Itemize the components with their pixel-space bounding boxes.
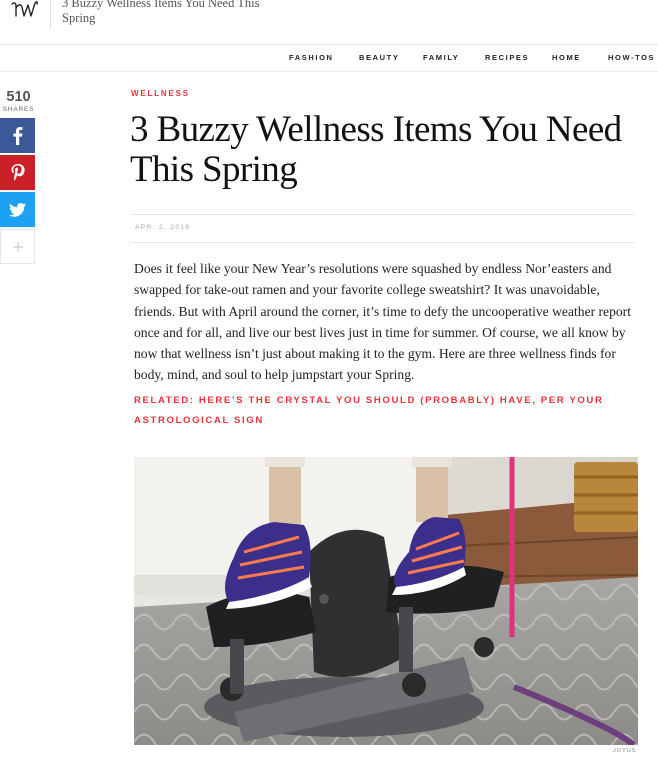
title-divider-top [131,214,635,215]
article-image [134,457,638,745]
article-category[interactable]: WELLNESS [131,89,190,98]
share-count: 510 [6,89,31,105]
plus-icon [12,241,23,252]
twitter-icon [9,202,26,217]
nav-how-tos[interactable]: HOW-TOS [608,53,655,62]
facebook-icon [13,126,22,145]
share-label: SHARES [2,106,35,113]
header-divider [50,0,51,28]
image-credit: JOYUS [613,748,637,754]
pinterest-share-button[interactable] [0,155,35,190]
article-date: APR. 2, 2018 [135,224,191,231]
share-sidebar: 510 SHARES [1,90,36,114]
header-article-title: 3 Buzzy Wellness Items You Need This Spr… [62,0,260,25]
more-share-button[interactable] [0,229,35,264]
twitter-share-button[interactable] [0,192,35,227]
nav-fashion[interactable]: FASHION [289,53,334,62]
site-header: 3 Buzzy Wellness Items You Need This Spr… [0,0,658,45]
pinterest-icon [11,163,25,181]
related-prefix: RELATED: [134,395,195,406]
nav-family[interactable]: FAMILY [423,53,459,62]
related-link[interactable]: RELATED: HERE’S THE CRYSTAL YOU SHOULD (… [134,391,634,431]
site-logo-icon[interactable] [8,0,42,28]
related-link-text: HERE’S THE CRYSTAL YOU SHOULD (PROBABLY)… [134,395,604,426]
title-divider-bottom [131,242,635,243]
facebook-share-button[interactable] [0,118,35,153]
article-title: 3 Buzzy Wellness Items You Need This Spr… [130,109,622,190]
main-nav: FASHION BEAUTY FAMILY RECIPES HOME HOW-T… [0,44,658,72]
article-body: Does it feel like your New Year’s resolu… [134,261,631,383]
nav-beauty[interactable]: BEAUTY [359,53,399,62]
nav-recipes[interactable]: RECIPES [485,53,529,62]
nav-home[interactable]: HOME [552,53,581,62]
